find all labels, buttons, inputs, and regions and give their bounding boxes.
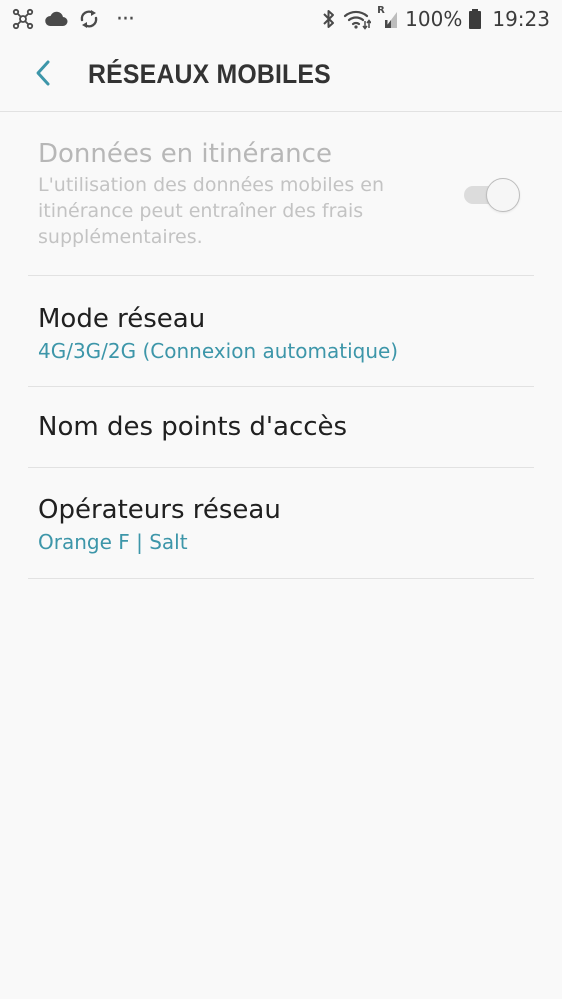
bluetooth-icon: [321, 8, 337, 30]
setting-title: Données en itinérance: [38, 139, 332, 169]
battery-icon: [468, 8, 482, 30]
back-button[interactable]: [0, 38, 86, 112]
toggle-knob: [486, 178, 520, 212]
page-title: RÉSEAUX MOBILES: [88, 59, 331, 89]
sync-arrows-icon: [78, 8, 100, 30]
setting-value: 4G/3G/2G (Connexion automatique): [38, 339, 399, 363]
clock: 19:23: [492, 7, 550, 31]
app-header: RÉSEAUX MOBILES: [0, 38, 562, 112]
cloud-icon: [44, 10, 68, 28]
more-dots-icon: ···: [116, 6, 135, 32]
network-hub-icon: [12, 8, 34, 30]
wifi-icon: [343, 8, 372, 30]
status-left-icons: ···: [12, 6, 135, 32]
status-bar: ··· R 100% 19:23: [0, 0, 562, 38]
settings-list: Données en itinérance L'utilisation des …: [28, 113, 534, 579]
roaming-toggle[interactable]: [462, 178, 520, 212]
setting-data-roaming[interactable]: Données en itinérance L'utilisation des …: [28, 113, 534, 276]
battery-percentage: 100%: [405, 7, 463, 31]
signal-roaming-icon: R: [377, 5, 399, 30]
status-right-icons: R 100% 19:23: [321, 5, 550, 31]
roaming-indicator: R: [377, 5, 385, 16]
setting-title: Opérateurs réseau: [38, 495, 281, 525]
setting-title: Mode réseau: [38, 304, 206, 334]
setting-description: L'utilisation des données mobiles en iti…: [38, 174, 384, 248]
setting-access-point-names[interactable]: Nom des points d'accès: [28, 387, 534, 468]
setting-title: Nom des points d'accès: [38, 412, 348, 442]
chevron-left-icon: [33, 58, 53, 92]
setting-network-mode[interactable]: Mode réseau 4G/3G/2G (Connexion automati…: [28, 276, 534, 387]
setting-value: Orange F | Salt: [38, 530, 188, 554]
setting-network-operators[interactable]: Opérateurs réseau Orange F | Salt: [28, 468, 534, 579]
